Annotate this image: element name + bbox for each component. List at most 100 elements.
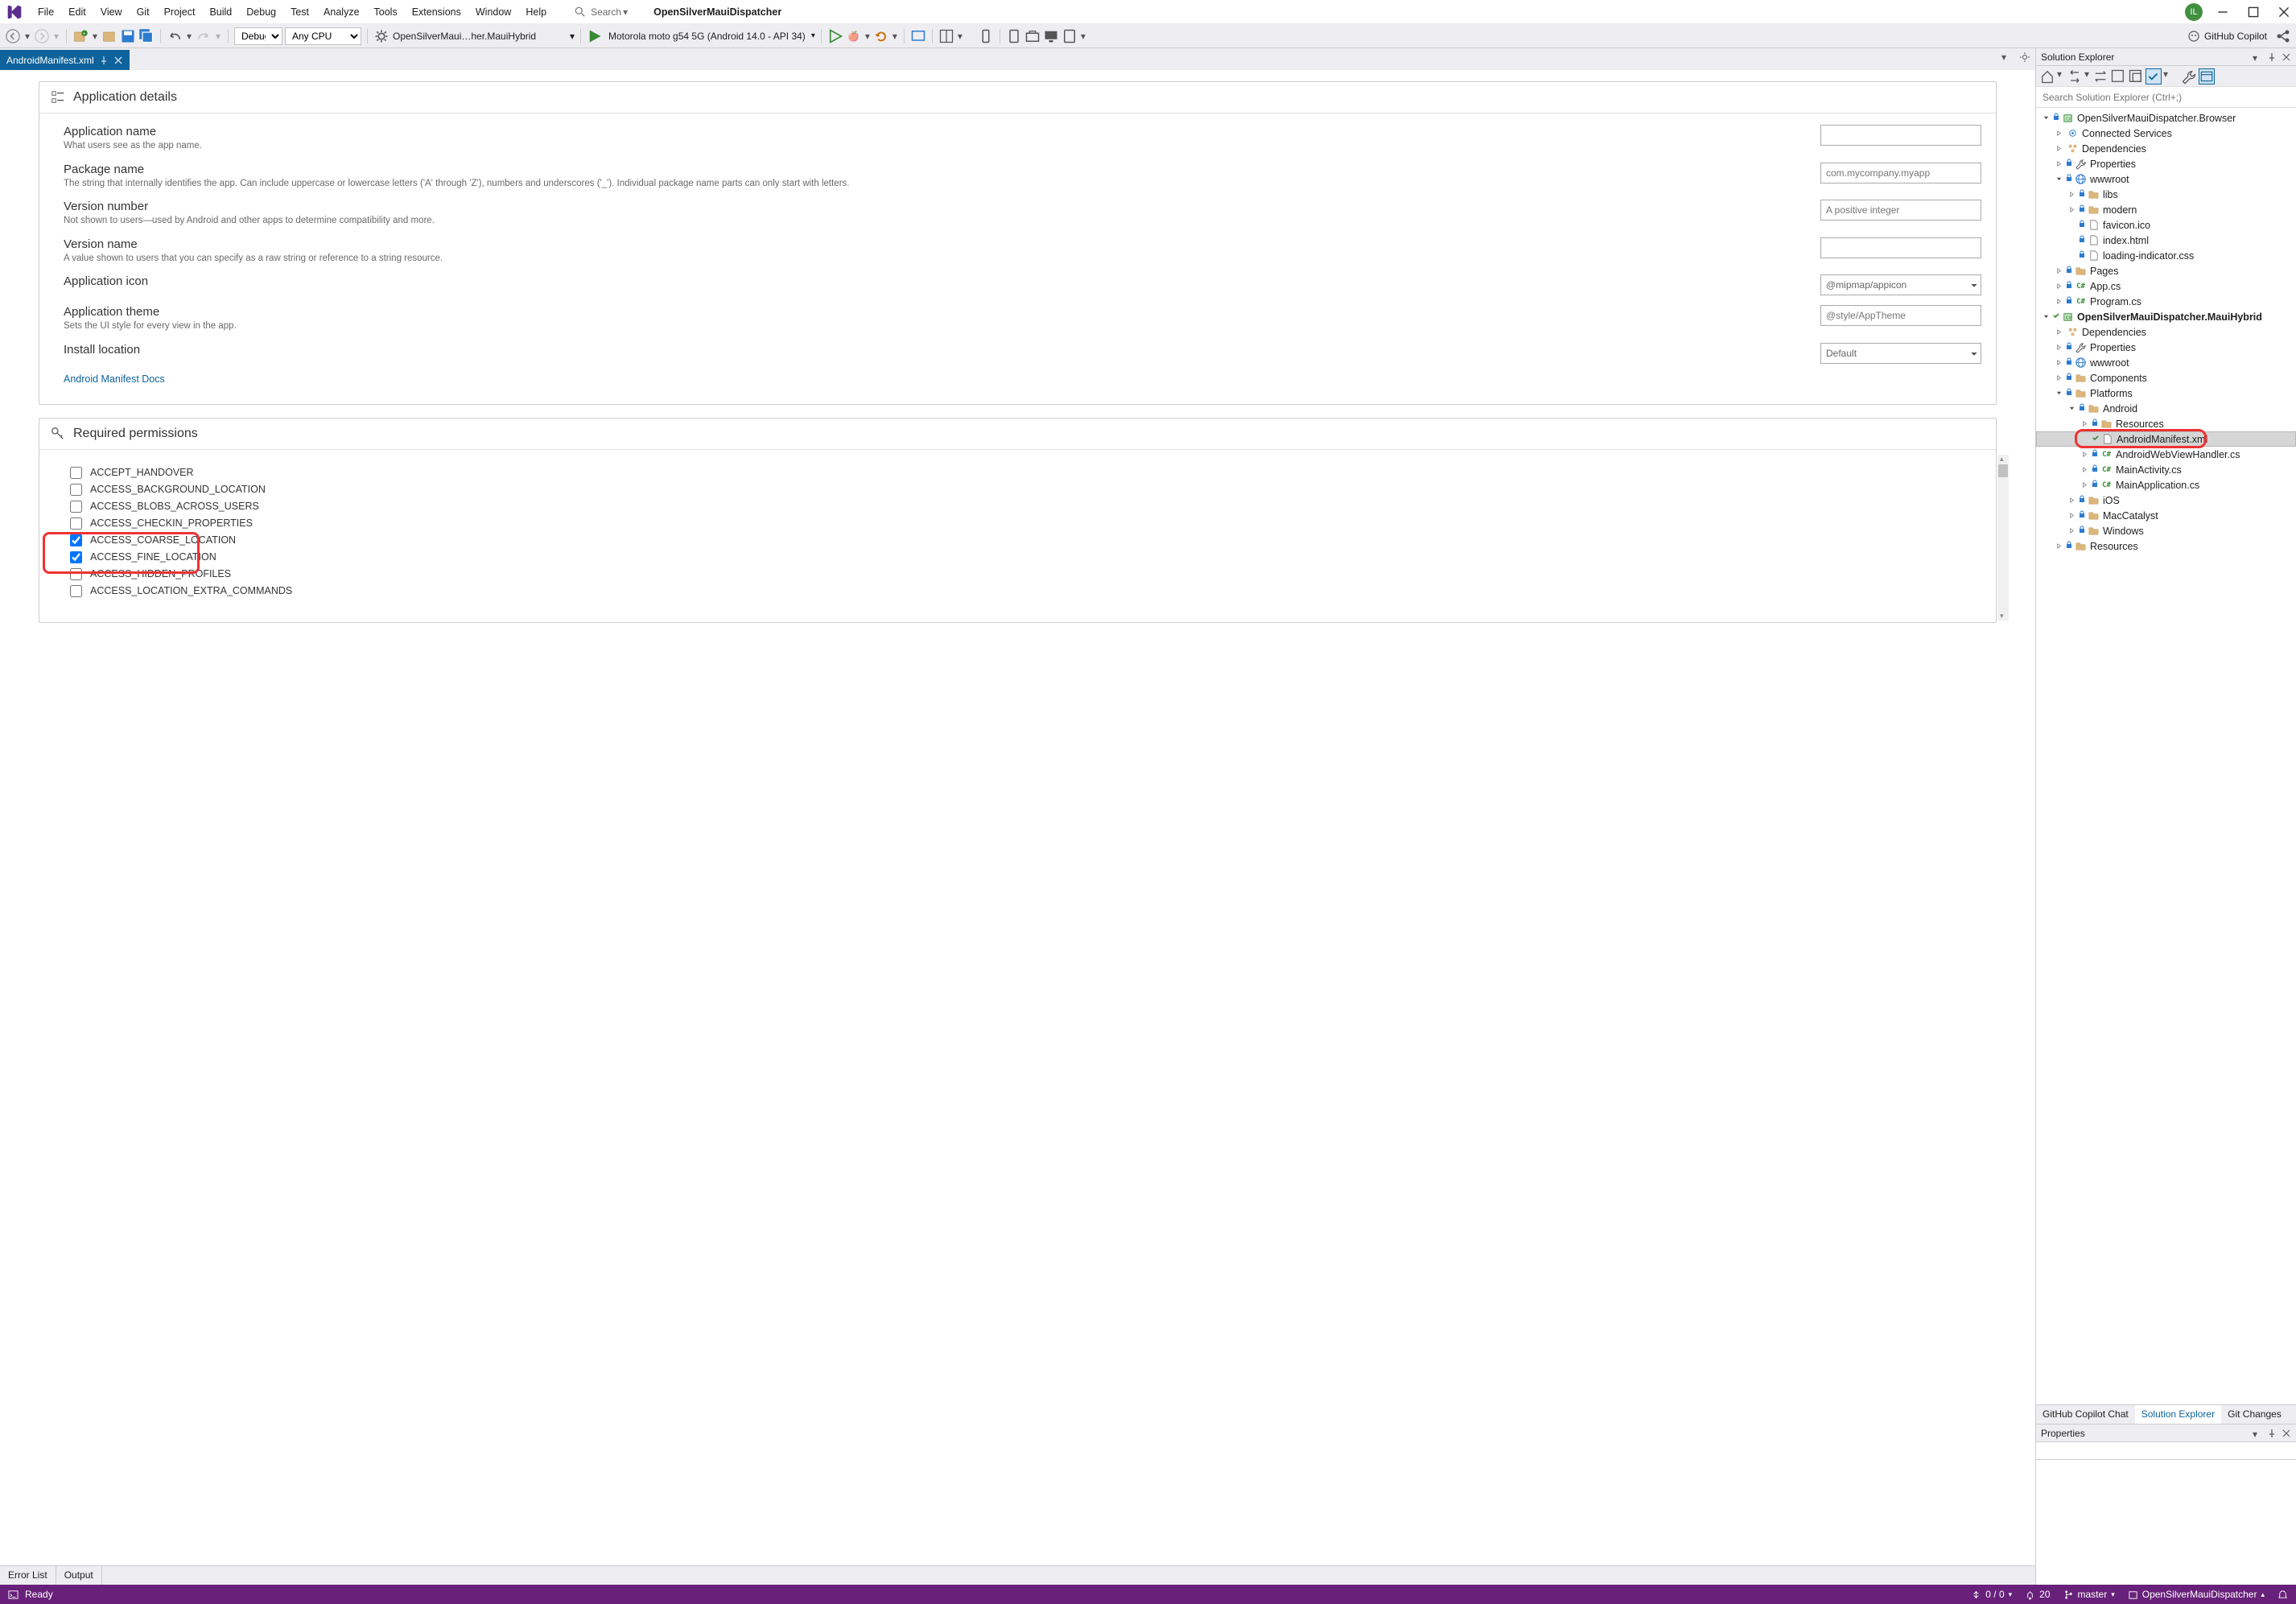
- share-icon[interactable]: [2275, 28, 2291, 44]
- copilot-button[interactable]: GitHub Copilot: [2183, 28, 2272, 44]
- sync-icon[interactable]: [2092, 68, 2108, 85]
- output-icon[interactable]: [8, 1590, 19, 1600]
- close-button[interactable]: [2278, 6, 2290, 18]
- tree-row[interactable]: Dependencies: [2036, 324, 2296, 340]
- permission-checkbox[interactable]: [70, 551, 82, 563]
- dropdown-icon[interactable]: ▾: [23, 28, 31, 44]
- chevron-right-icon[interactable]: [2054, 297, 2063, 307]
- open-button[interactable]: [101, 28, 117, 44]
- menu-window[interactable]: Window: [468, 3, 518, 21]
- chevron-right-icon[interactable]: [2080, 480, 2089, 490]
- new-project-button[interactable]: +: [72, 28, 89, 44]
- switch-view-icon[interactable]: [2067, 68, 2083, 85]
- tab-copilot-chat[interactable]: GitHub Copilot Chat: [2036, 1405, 2135, 1424]
- solution-explorer-search[interactable]: [2036, 87, 2296, 108]
- chevron-right-icon[interactable]: [2067, 190, 2076, 200]
- field-input[interactable]: [1820, 305, 1981, 326]
- pin-icon[interactable]: [99, 56, 109, 65]
- permissions-scrollbar[interactable]: ▴ ▾: [1997, 455, 2009, 621]
- dropdown-icon[interactable]: ▾: [2253, 52, 2262, 62]
- user-avatar[interactable]: IL: [2185, 3, 2203, 21]
- document-tab[interactable]: AndroidManifest.xml: [0, 50, 130, 70]
- pin-icon[interactable]: [2267, 52, 2277, 62]
- save-all-button[interactable]: [138, 28, 155, 44]
- menu-view[interactable]: View: [93, 3, 130, 21]
- tree-row[interactable]: favicon.ico: [2036, 217, 2296, 233]
- chevron-right-icon[interactable]: [2067, 511, 2076, 521]
- collapse-icon[interactable]: [2128, 68, 2144, 85]
- device-icon[interactable]: [978, 28, 994, 44]
- chevron-right-icon[interactable]: [2054, 343, 2063, 353]
- tab-error-list[interactable]: Error List: [0, 1566, 56, 1585]
- chevron-right-icon[interactable]: [2080, 465, 2089, 475]
- field-input[interactable]: [1820, 163, 1981, 183]
- show-all-icon[interactable]: [2146, 68, 2162, 85]
- chevron-right-icon[interactable]: [2054, 373, 2063, 383]
- start-button[interactable]: [587, 28, 603, 44]
- startup-project[interactable]: OpenSilverMaui…her.MauiHybrid: [393, 31, 536, 42]
- close-icon[interactable]: [2282, 1429, 2291, 1438]
- briefcase-icon[interactable]: [1024, 28, 1041, 44]
- preview-icon[interactable]: [2199, 68, 2215, 85]
- tree-row[interactable]: MacCatalyst: [2036, 508, 2296, 523]
- git-changes-status[interactable]: 0 / 0 ▾: [1971, 1589, 2012, 1600]
- field-input[interactable]: [1820, 125, 1981, 146]
- tree-row[interactable]: Resources: [2036, 416, 2296, 431]
- chevron-right-icon[interactable]: [2054, 328, 2063, 337]
- tab-overflow-icon[interactable]: ▾: [2001, 52, 2013, 63]
- tree-row[interactable]: Dependencies: [2036, 141, 2296, 156]
- tree-row[interactable]: modern: [2036, 202, 2296, 217]
- chevron-right-icon[interactable]: [2067, 205, 2076, 215]
- field-input[interactable]: @mipmap/appicon: [1820, 274, 1981, 295]
- tree-row[interactable]: Components: [2036, 370, 2296, 386]
- permission-checkbox[interactable]: [70, 501, 82, 513]
- chevron-right-icon[interactable]: [2054, 542, 2063, 551]
- tree-row[interactable]: wwwroot: [2036, 171, 2296, 187]
- tree-row[interactable]: Properties: [2036, 156, 2296, 171]
- menu-edit[interactable]: Edit: [61, 3, 93, 21]
- menu-debug[interactable]: Debug: [239, 3, 283, 21]
- pin-icon[interactable]: [2267, 1429, 2277, 1438]
- device-icon-2[interactable]: [1006, 28, 1022, 44]
- chevron-right-icon[interactable]: [2054, 282, 2063, 291]
- tree-row[interactable]: C#OpenSilverMauiDispatcher.Browser: [2036, 110, 2296, 126]
- tab-gear-icon[interactable]: [2019, 52, 2030, 63]
- chevron-down-icon[interactable]: [2054, 389, 2063, 398]
- tab-solution-explorer[interactable]: Solution Explorer: [2135, 1405, 2221, 1424]
- tablet-icon[interactable]: [1061, 28, 1078, 44]
- notifications-icon[interactable]: [2277, 1590, 2288, 1600]
- live-preview-icon[interactable]: [910, 28, 926, 44]
- tree-row[interactable]: Platforms: [2036, 386, 2296, 401]
- chevron-right-icon[interactable]: [2080, 450, 2089, 460]
- chevron-down-icon[interactable]: [2041, 312, 2051, 322]
- chevron-right-icon[interactable]: [2054, 144, 2063, 154]
- refresh-icon[interactable]: [2110, 68, 2126, 85]
- menu-build[interactable]: Build: [202, 3, 239, 21]
- chevron-right-icon[interactable]: [2054, 129, 2063, 138]
- apple-icon[interactable]: 🍎: [846, 28, 862, 44]
- field-input[interactable]: Default: [1820, 343, 1981, 364]
- tree-row[interactable]: loading-indicator.css: [2036, 248, 2296, 263]
- window-layout-icon[interactable]: [938, 28, 954, 44]
- permission-checkbox[interactable]: [70, 585, 82, 597]
- tab-git-changes[interactable]: Git Changes: [2221, 1405, 2288, 1424]
- start-no-debug-button[interactable]: [827, 28, 843, 44]
- tree-row[interactable]: Resources: [2036, 538, 2296, 554]
- tree-row[interactable]: C#Program.cs: [2036, 294, 2296, 309]
- minimize-button[interactable]: [2217, 6, 2228, 18]
- chevron-right-icon[interactable]: [2054, 159, 2063, 169]
- git-branch-status[interactable]: master ▾: [2063, 1589, 2115, 1600]
- tree-row[interactable]: C#AndroidWebViewHandler.cs: [2036, 447, 2296, 462]
- platform-select[interactable]: Any CPU: [285, 27, 361, 45]
- tree-row[interactable]: Pages: [2036, 263, 2296, 278]
- global-search[interactable]: Search ▾: [575, 6, 628, 18]
- chevron-right-icon[interactable]: [2054, 266, 2063, 276]
- properties-icon[interactable]: [2181, 68, 2197, 85]
- menu-help[interactable]: Help: [518, 3, 554, 21]
- maximize-button[interactable]: [2248, 6, 2259, 18]
- hotreload-button[interactable]: [873, 28, 889, 44]
- permission-checkbox[interactable]: [70, 467, 82, 479]
- field-input[interactable]: [1820, 237, 1981, 258]
- menu-project[interactable]: Project: [157, 3, 203, 21]
- redo-button[interactable]: [196, 28, 212, 44]
